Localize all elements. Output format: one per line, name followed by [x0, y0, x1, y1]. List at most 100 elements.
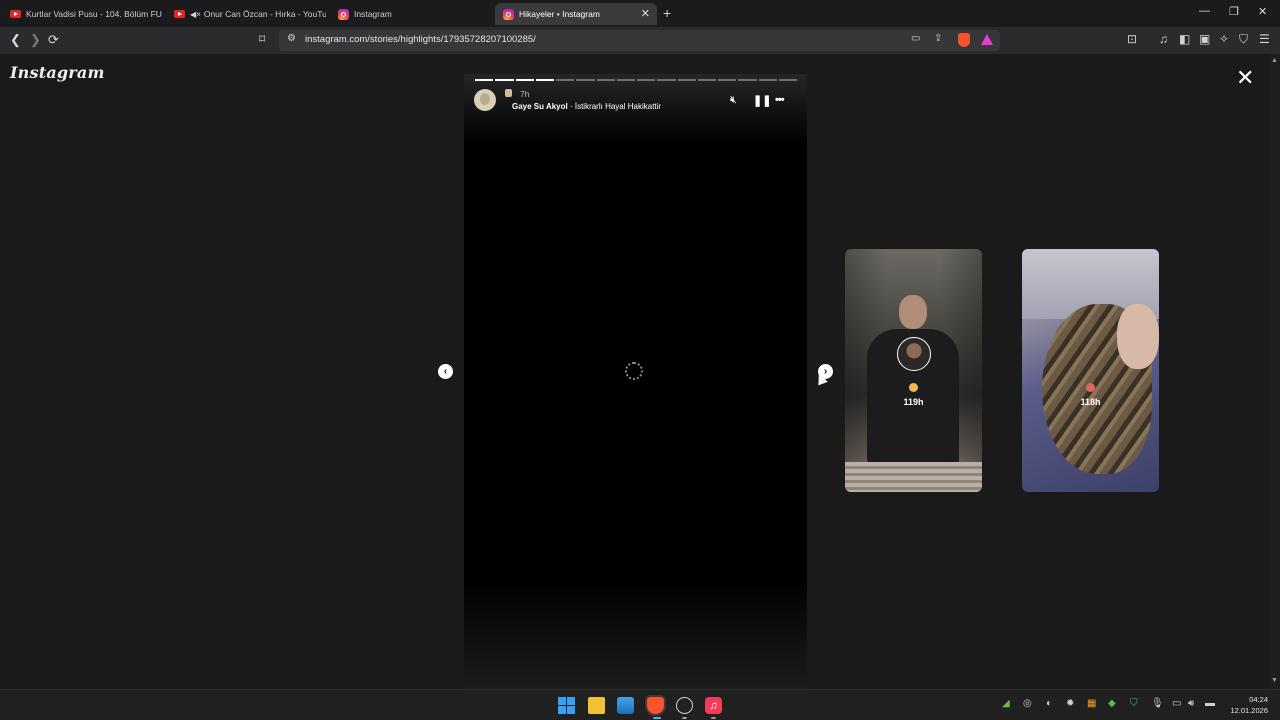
minimize-window-button[interactable]: —: [1199, 5, 1210, 17]
share-icon[interactable]: ⇪: [934, 33, 942, 44]
tab-hikayeler-instagram[interactable]: Hikayeler • Instagram ✕: [495, 3, 657, 25]
youtube-icon: [10, 10, 21, 18]
instagram-icon: [338, 8, 349, 20]
circle-app-icon[interactable]: [676, 697, 693, 714]
browser-nav-bar: ❮ ❯ ⟳ ⌑ ⚙ instagram.com/stories/highligh…: [0, 27, 1280, 54]
progress-segment: [616, 79, 635, 81]
sidebar-icon[interactable]: ◧: [1179, 32, 1190, 46]
pause-icon[interactable]: ❚❚: [753, 94, 771, 107]
leo-ai-icon[interactable]: ✧: [1219, 32, 1229, 46]
story-timestamp: 7h: [520, 89, 530, 99]
file-explorer-icon[interactable]: [588, 697, 605, 714]
forward-button[interactable]: ❯: [30, 32, 41, 48]
progress-segment: [718, 79, 737, 81]
close-tab-icon[interactable]: ✕: [641, 7, 650, 20]
restore-window-button[interactable]: ❐: [1229, 5, 1239, 18]
scroll-down-icon[interactable]: ▼: [1271, 677, 1278, 684]
system-clock[interactable]: 04:24 12.01.2026: [1230, 694, 1268, 716]
tab-instagram[interactable]: Instagram: [330, 3, 490, 25]
tab-onur-can-ozcan[interactable]: ◀× Onur Can Özcan - Hırka - YouTube: [166, 3, 326, 25]
volume-icon[interactable]: 🔊︎: [1188, 698, 1194, 709]
clock-time: 04:24: [1249, 695, 1268, 704]
menu-icon[interactable]: ☰: [1259, 32, 1270, 46]
close-window-button[interactable]: ✕: [1258, 5, 1267, 18]
photos-icon[interactable]: [617, 697, 634, 714]
new-tab-button[interactable]: +: [663, 5, 671, 21]
media-music-icon[interactable]: ♫: [1159, 32, 1168, 46]
mute-toggle-icon[interactable]: 🔇︎: [730, 94, 737, 107]
story-viewer[interactable]: 7h Gaye Su Akyol · İstikrarlı Hayal Haki…: [464, 74, 807, 689]
more-options-icon[interactable]: •••: [775, 94, 785, 106]
progress-segment: [657, 79, 676, 81]
progress-segment: [677, 79, 696, 81]
windows-start-icon[interactable]: [558, 697, 575, 714]
speaker-muted-icon[interactable]: ◀×: [190, 10, 201, 19]
tray-app-icon[interactable]: ◆: [1108, 698, 1116, 709]
tray-app-icon[interactable]: ▦: [1087, 698, 1096, 709]
close-stories-icon[interactable]: ✕: [1236, 67, 1254, 89]
next-story-preview[interactable]: 119h: [845, 249, 982, 492]
youtube-icon: [174, 10, 185, 18]
story-author-avatar[interactable]: [474, 89, 496, 111]
tray-app-icon[interactable]: ◎: [1023, 698, 1032, 709]
site-settings-icon[interactable]: ⚙: [287, 33, 296, 44]
security-tray-icon[interactable]: ⛉: [1130, 698, 1138, 709]
story-highlight-title: İstikrarlı Hayal Hakikattir: [574, 102, 662, 111]
tab-title: Hikayeler • Instagram: [519, 9, 600, 19]
heart-emoji-icon: [1086, 383, 1095, 392]
story-progress-bar: [475, 79, 797, 81]
progress-segment: [758, 79, 777, 81]
story-separator: ·: [567, 102, 575, 111]
preview-time-label: 118h: [1080, 397, 1101, 407]
instagram-logo[interactable]: Instagram: [10, 63, 105, 82]
address-bar[interactable]: ⚙ instagram.com/stories/highlights/17935…: [279, 30, 1000, 51]
open-app-indicator: [711, 717, 716, 719]
tab-kurtlar-vadisi[interactable]: Kurtlar Vadisi Pusu - 104. Bölüm FULL: [2, 3, 162, 25]
loading-spinner-icon: [625, 362, 643, 380]
wallet-icon[interactable]: ▣: [1199, 32, 1210, 46]
screenshot-icon[interactable]: ⊡: [1127, 32, 1137, 46]
preview-avatar: [897, 337, 931, 371]
progress-segment: [556, 79, 575, 81]
music-app-icon[interactable]: ♫: [705, 697, 722, 714]
page-scrollbar[interactable]: [1270, 54, 1280, 689]
microphone-icon[interactable]: 🎙︎: [1151, 698, 1164, 709]
windows-taskbar: ♫ ◢ ◎ ◖ ✹ ▦ ◆ ⛉ 🎙︎ ▭ 🔊︎ ▬ 04:24 12.01.20…: [0, 689, 1280, 720]
previous-story-button[interactable]: ‹: [438, 364, 453, 379]
scroll-up-icon[interactable]: ▲: [1271, 57, 1278, 64]
story-author-line[interactable]: Gaye Su Akyol · İstikrarlı Hayal Hakikat…: [512, 102, 661, 111]
tray-app-icon[interactable]: ✹: [1066, 698, 1074, 709]
network-icon[interactable]: ▭: [1172, 698, 1181, 709]
progress-segment: [535, 79, 554, 81]
brave-browser-icon[interactable]: [645, 695, 666, 716]
open-app-indicator: [682, 717, 687, 719]
battery-icon[interactable]: ▬: [1205, 698, 1215, 709]
brave-rewards-icon[interactable]: [981, 34, 993, 45]
progress-segment: [576, 79, 595, 81]
instagram-stories-page: Instagram ✕ 7h Gaye Su Akyol · İstikrarl…: [0, 54, 1270, 689]
bookmark-icon[interactable]: ⌑: [259, 32, 265, 46]
progress-segment: [738, 79, 757, 81]
upcoming-story-preview[interactable]: 118h: [1022, 249, 1159, 492]
nvidia-tray-icon[interactable]: ◢: [1002, 698, 1010, 709]
progress-segment: [495, 79, 514, 81]
cast-icon[interactable]: ▭: [911, 33, 920, 44]
vpn-shield-icon[interactable]: ⛉: [1239, 32, 1248, 47]
smiley-emoji-icon: [909, 383, 918, 392]
browser-tab-bar: Kurtlar Vadisi Pusu - 104. Bölüm FULL ◀×…: [0, 0, 1280, 27]
story-author-name[interactable]: Gaye Su Akyol: [512, 102, 568, 111]
url-text[interactable]: instagram.com/stories/highlights/1793572…: [305, 34, 536, 45]
reload-button[interactable]: ⟳: [48, 32, 59, 48]
active-app-indicator: [653, 717, 661, 719]
brave-shields-icon[interactable]: [958, 33, 970, 47]
progress-segment: [475, 79, 494, 81]
progress-segment: [697, 79, 716, 81]
tray-app-icon[interactable]: ◖: [1045, 698, 1051, 709]
progress-segment: [637, 79, 656, 81]
back-button[interactable]: ❮: [10, 32, 21, 48]
progress-segment: [596, 79, 615, 81]
tab-title: Kurtlar Vadisi Pusu - 104. Bölüm FULL: [26, 9, 162, 19]
clock-date: 12.01.2026: [1230, 706, 1268, 715]
preview-time-label: 119h: [903, 397, 924, 407]
tab-title: Instagram: [354, 9, 392, 19]
